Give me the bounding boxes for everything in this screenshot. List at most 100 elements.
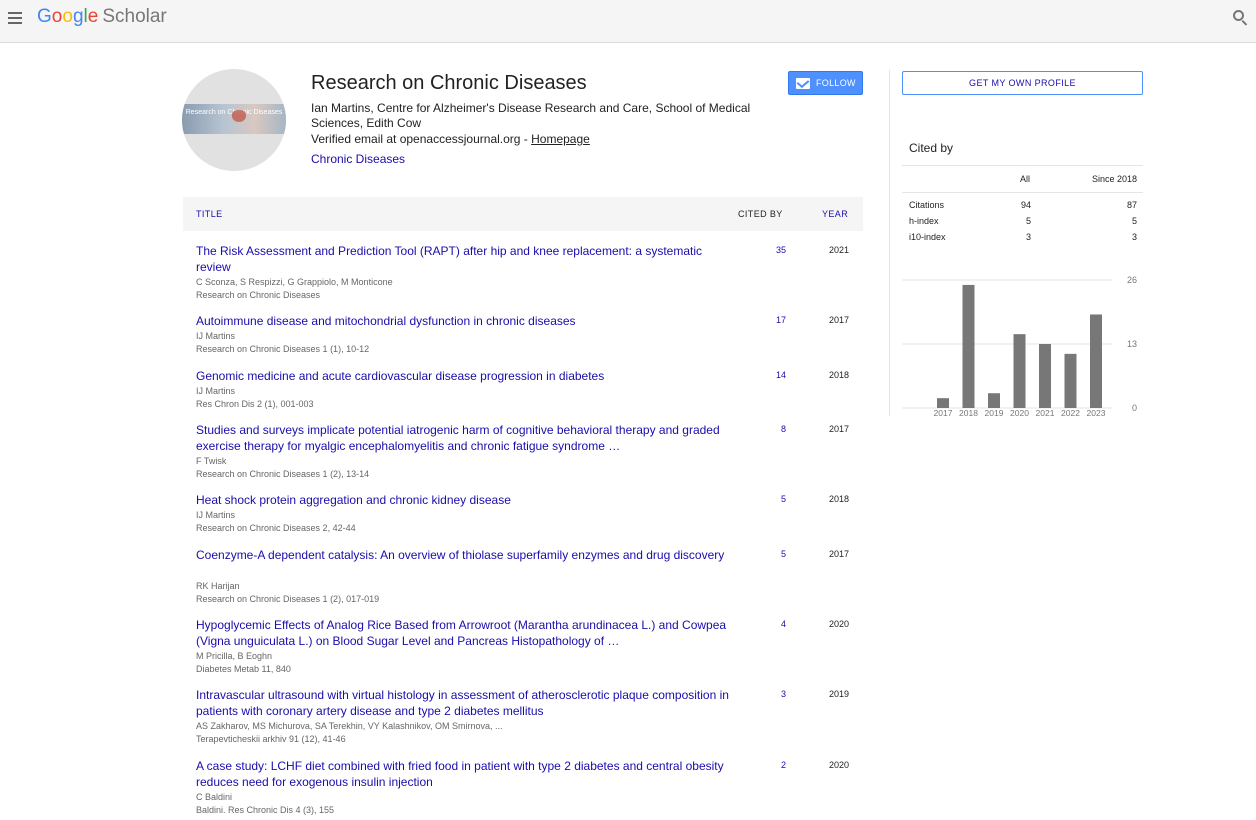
articles-table-header: TITLE CITED BY YEAR [183,197,863,231]
cited-by-divider [902,165,1143,166]
chart-bar-2023[interactable] [1090,314,1102,408]
article-venue: Research on Chronic Diseases 1 (2), 017-… [196,594,380,604]
metric-row: i10-index 3 3 [902,232,1143,246]
article-title[interactable]: Studies and surveys implicate potential … [196,422,736,454]
article-year: 2020 [828,619,849,629]
article-authors: M Pricilla, B Eoghn [196,651,273,661]
article-venue: Research on Chronic Diseases 2, 42-44 [196,523,356,533]
cited-by-col-all: All [1019,174,1030,184]
sort-by-year[interactable]: YEAR [822,209,848,219]
article-authors: RK Harijan [196,581,240,591]
metric-since: 87 [1126,200,1137,210]
search-icon[interactable] [1232,9,1250,27]
article-title[interactable]: Coenzyme-A dependent catalysis: An overv… [196,547,736,563]
article-cited-by-count[interactable]: 14 [743,370,786,380]
article-year: 2018 [828,370,849,380]
article-year: 2017 [828,424,849,434]
article-year: 2020 [828,760,849,770]
article-venue: Baldini. Res Chronic Dis 4 (3), 155 [196,805,335,815]
follow-button[interactable]: FOLLOW [788,71,863,95]
article-title[interactable]: Intravascular ultrasound with virtual hi… [196,687,736,719]
article-authors: AS Zakharov, MS Michurova, SA Terekhin, … [196,721,503,731]
article-year: 2019 [828,689,849,699]
article-title[interactable]: Heat shock protein aggregation and chron… [196,492,736,508]
article-cited-by-count[interactable]: 4 [743,619,786,629]
metric-label: i10-index [909,232,946,242]
get-my-own-profile-button[interactable]: GET MY OWN PROFILE [902,71,1143,95]
chart-ytick-label: 0 [1132,403,1137,413]
chart-bar-2019[interactable] [988,393,1000,408]
article-title[interactable]: Hypoglycemic Effects of Analog Rice Base… [196,617,736,649]
metric-all: 5 [1025,216,1031,226]
chart-xtick-label: 2023 [1087,408,1106,418]
top-bar: Google Scholar [0,0,1256,43]
profile-email: Verified email at openaccessjournal.org … [311,132,590,146]
homepage-link[interactable]: Homepage [531,132,590,146]
article-cited-by-count[interactable]: 17 [743,315,786,325]
interest-link[interactable]: Chronic Diseases [311,152,405,166]
article-title[interactable]: Genomic medicine and acute cardiovascula… [196,368,736,384]
metric-since: 3 [1131,232,1137,242]
chart-xtick-label: 2019 [985,408,1004,418]
column-divider [889,70,890,416]
chart-xtick-label: 2021 [1036,408,1055,418]
article-authors: IJ Martins [196,386,236,396]
article-cited-by-count[interactable]: 2 [743,760,786,770]
article-authors: F Twisk [196,456,227,466]
article-cited-by-count[interactable]: 3 [743,689,786,699]
article-authors: C Sconza, S Respizzi, G Grappiolo, M Mon… [196,277,393,287]
email-text: Verified email at openaccessjournal.org … [311,132,532,146]
article-year: 2017 [828,549,849,559]
google-scholar-logo[interactable]: Google Scholar [37,6,167,28]
article-title[interactable]: A case study: LCHF diet combined with fr… [196,758,736,790]
metric-label: h-index [909,216,939,226]
cited-by-heading: Cited by [909,141,954,155]
article-year: 2017 [828,315,849,325]
article-cited-by-count[interactable]: 8 [743,424,786,434]
follow-label: FOLLOW [816,78,856,88]
article-title[interactable]: Autoimmune disease and mitochondrial dys… [196,313,736,329]
sort-by-cited[interactable]: CITED BY [738,209,783,219]
profile-affiliation: Ian Martins, Centre for Alzheimer's Dise… [311,101,751,130]
article-venue: Research on Chronic Diseases 1 (2), 13-1… [196,469,370,479]
cited-by-divider [902,192,1143,193]
article-venue: Research on Chronic Diseases 1 (1), 10-1… [196,344,370,354]
article-venue: Terapevticheskii arkhiv 91 (12), 41-46 [196,734,346,744]
profile-name: Research on Chronic Diseases [311,72,587,94]
chart-bar-2018[interactable] [962,284,975,408]
article-year: 2018 [828,494,849,504]
article-authors: IJ Martins [196,331,236,341]
citations-per-year-chart: 26 13 0 2017 2018 2019 2020 2021 2022 2023 [902,275,1137,418]
logo-google: Google [37,6,99,27]
metric-label: Citations [909,200,945,210]
chart-bar-2021[interactable] [1039,344,1051,408]
cited-by-col-since: Since 2018 [1091,174,1137,184]
article-authors: C Baldini [196,792,233,802]
chart-xtick-label: 2018 [959,408,978,418]
chart-bar-2020[interactable] [1013,334,1026,408]
article-cited-by-count[interactable]: 35 [743,245,786,255]
follow-email-icon [796,78,810,89]
menu-icon[interactable] [6,9,24,27]
sort-by-title[interactable]: TITLE [196,209,223,219]
chart-bar-2017[interactable] [937,398,949,408]
logo-scholar: Scholar [102,6,167,27]
article-title[interactable]: The Risk Assessment and Prediction Tool … [196,243,736,275]
chart-xtick-label: 2022 [1061,408,1080,418]
article-venue: Res Chron Dis 2 (1), 001-003 [196,399,314,409]
article-year: 2021 [828,245,849,255]
chart-ytick-label: 13 [1127,339,1137,349]
metric-row: Citations 94 87 [902,200,1143,214]
metric-since: 5 [1131,216,1137,226]
article-cited-by-count[interactable]: 5 [743,494,786,504]
metric-all: 94 [1020,200,1031,210]
chart-ytick-label: 26 [1127,275,1137,285]
metric-row: h-index 5 5 [902,216,1143,230]
metric-all: 3 [1025,232,1031,242]
article-cited-by-count[interactable]: 5 [743,549,786,559]
chart-xtick-label: 2020 [1010,408,1029,418]
chart-bar-2022[interactable] [1064,353,1077,408]
profile-avatar: Research on Chronic Diseases [182,69,286,171]
article-venue: Research on Chronic Diseases [196,290,321,300]
chart-xtick-label: 2017 [934,408,953,418]
